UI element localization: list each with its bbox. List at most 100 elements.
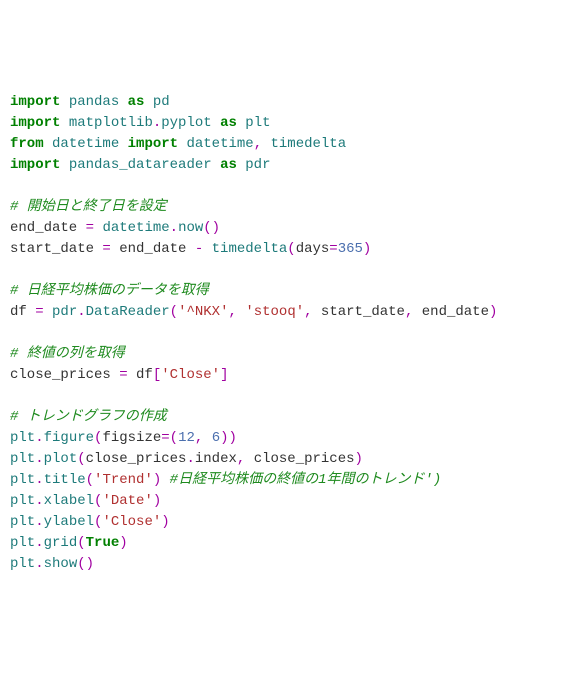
token-id: close_prices bbox=[86, 451, 187, 467]
token-mod: plt bbox=[10, 472, 35, 488]
token-op: = bbox=[119, 367, 127, 383]
token-kw: as bbox=[128, 94, 145, 110]
token-mod: datetime bbox=[52, 136, 119, 152]
token-mod: plt bbox=[10, 514, 35, 530]
token-mod: figure bbox=[44, 430, 94, 446]
token-cmt: # 終値の列を取得 bbox=[10, 346, 125, 362]
token-id bbox=[203, 241, 211, 257]
token-id bbox=[144, 94, 152, 110]
token-mod: datetime bbox=[186, 136, 253, 152]
token-op: = bbox=[102, 241, 110, 257]
token-mod: ylabel bbox=[44, 514, 94, 530]
token-op: , bbox=[229, 304, 237, 320]
token-op: . bbox=[35, 514, 43, 530]
token-id bbox=[119, 94, 127, 110]
token-id bbox=[262, 136, 270, 152]
code-line: plt.show() bbox=[10, 554, 568, 575]
token-id: days bbox=[296, 241, 330, 257]
token-op: = bbox=[86, 220, 94, 236]
token-id bbox=[161, 472, 169, 488]
token-mod: timedelta bbox=[271, 136, 347, 152]
token-mod: grid bbox=[44, 535, 78, 551]
token-str: 'Close' bbox=[161, 367, 220, 383]
token-op: =( bbox=[161, 430, 178, 446]
token-id: end_date bbox=[413, 304, 489, 320]
token-op: ( bbox=[94, 514, 102, 530]
token-op: . bbox=[35, 472, 43, 488]
token-str: 'Date' bbox=[102, 493, 152, 509]
token-op: ) bbox=[161, 514, 169, 530]
token-op: . bbox=[77, 304, 85, 320]
token-str: 'Close' bbox=[102, 514, 161, 530]
code-line bbox=[10, 176, 568, 197]
token-id bbox=[60, 115, 68, 131]
token-num: 365 bbox=[338, 241, 363, 257]
token-str: '^NKX' bbox=[178, 304, 228, 320]
token-id: start_date bbox=[313, 304, 405, 320]
token-num: 12 bbox=[178, 430, 195, 446]
code-line: plt.grid(True) bbox=[10, 533, 568, 554]
token-id: figsize bbox=[102, 430, 161, 446]
token-bool: True bbox=[86, 535, 120, 551]
code-line: start_date = end_date - timedelta(days=3… bbox=[10, 239, 568, 260]
token-mod: now bbox=[178, 220, 203, 236]
token-kw: from bbox=[10, 136, 44, 152]
token-mod: matplotlib bbox=[69, 115, 153, 131]
token-op: ) bbox=[153, 472, 161, 488]
token-op: . bbox=[35, 493, 43, 509]
token-op: - bbox=[195, 241, 203, 257]
token-op: )) bbox=[220, 430, 237, 446]
token-mod: timedelta bbox=[212, 241, 288, 257]
code-line: import pandas_datareader as pdr bbox=[10, 155, 568, 176]
token-num: 6 bbox=[212, 430, 220, 446]
token-id bbox=[44, 304, 52, 320]
token-mod: xlabel bbox=[44, 493, 94, 509]
token-mod: plt bbox=[10, 535, 35, 551]
token-op: ) bbox=[489, 304, 497, 320]
token-op: ( bbox=[77, 451, 85, 467]
token-id: index bbox=[195, 451, 237, 467]
token-op: ) bbox=[355, 451, 363, 467]
token-mod: pyplot bbox=[161, 115, 211, 131]
token-id: close_prices bbox=[10, 367, 119, 383]
token-op: ) bbox=[363, 241, 371, 257]
token-id bbox=[212, 115, 220, 131]
token-mod: plt bbox=[10, 430, 35, 446]
code-line: df = pdr.DataReader('^NKX', 'stooq', sta… bbox=[10, 302, 568, 323]
token-op: , bbox=[254, 136, 262, 152]
token-mod: pdr bbox=[245, 157, 270, 173]
token-str: 'stooq' bbox=[245, 304, 304, 320]
token-cmt: # 開始日と終了日を設定 bbox=[10, 199, 167, 215]
token-id bbox=[60, 157, 68, 173]
token-id bbox=[44, 136, 52, 152]
code-line: # トレンドグラフの作成 bbox=[10, 407, 568, 428]
token-op: . bbox=[35, 430, 43, 446]
token-cmt: # トレンドグラフの作成 bbox=[10, 409, 167, 425]
code-line: # 開始日と終了日を設定 bbox=[10, 197, 568, 218]
token-id bbox=[60, 94, 68, 110]
token-op: , bbox=[304, 304, 312, 320]
code-line bbox=[10, 260, 568, 281]
token-kw: import bbox=[10, 157, 60, 173]
token-id bbox=[119, 136, 127, 152]
token-id: df bbox=[128, 367, 153, 383]
code-block: import pandas as pdimport matplotlib.pyp… bbox=[10, 92, 568, 575]
code-line: # 終値の列を取得 bbox=[10, 344, 568, 365]
token-kw: import bbox=[10, 115, 60, 131]
code-line: end_date = datetime.now() bbox=[10, 218, 568, 239]
token-op: = bbox=[35, 304, 43, 320]
code-line: import matplotlib.pyplot as plt bbox=[10, 113, 568, 134]
token-op: . bbox=[153, 115, 161, 131]
token-id: close_prices bbox=[245, 451, 354, 467]
token-mod: show bbox=[44, 556, 78, 572]
token-kw: import bbox=[10, 94, 60, 110]
code-line: plt.title('Trend') #日経平均株価の終値の1年間のトレンド') bbox=[10, 470, 568, 491]
token-op: ) bbox=[153, 493, 161, 509]
code-line: close_prices = df['Close'] bbox=[10, 365, 568, 386]
token-op: ( bbox=[287, 241, 295, 257]
token-mod: pdr bbox=[52, 304, 77, 320]
token-op: . bbox=[35, 451, 43, 467]
code-line: plt.ylabel('Close') bbox=[10, 512, 568, 533]
token-mod: DataReader bbox=[86, 304, 170, 320]
token-op: . bbox=[170, 220, 178, 236]
